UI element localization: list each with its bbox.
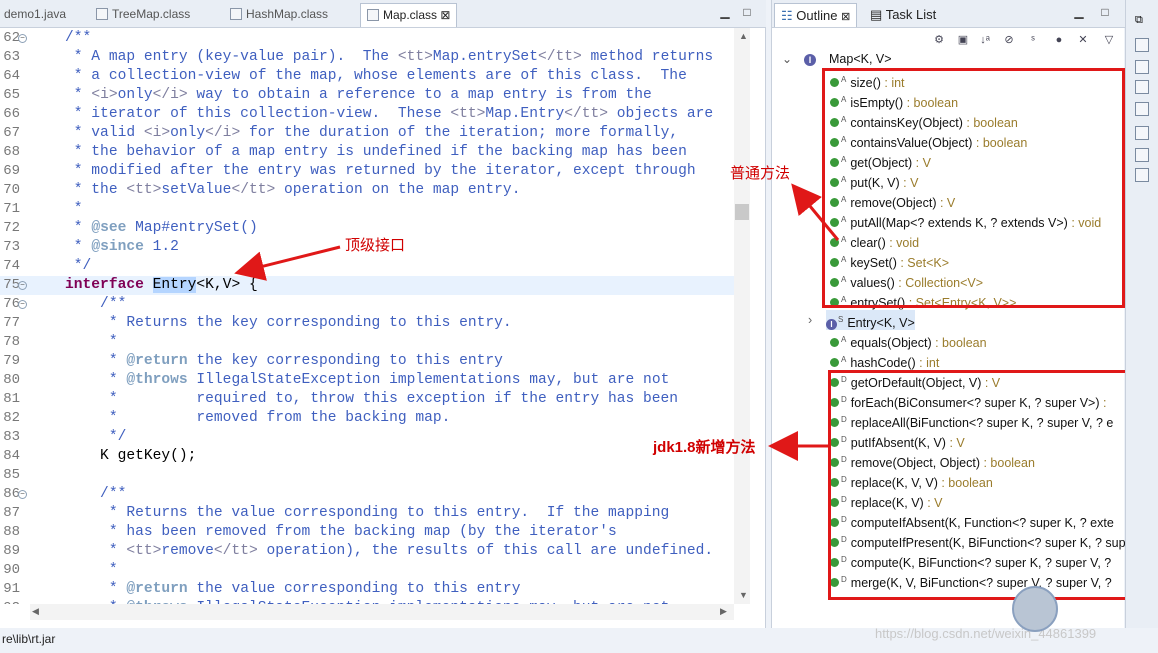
annotation-arrows bbox=[234, 183, 840, 461]
arrow-top-interface bbox=[234, 245, 341, 281]
arrow-ordinary-methods bbox=[791, 183, 840, 241]
